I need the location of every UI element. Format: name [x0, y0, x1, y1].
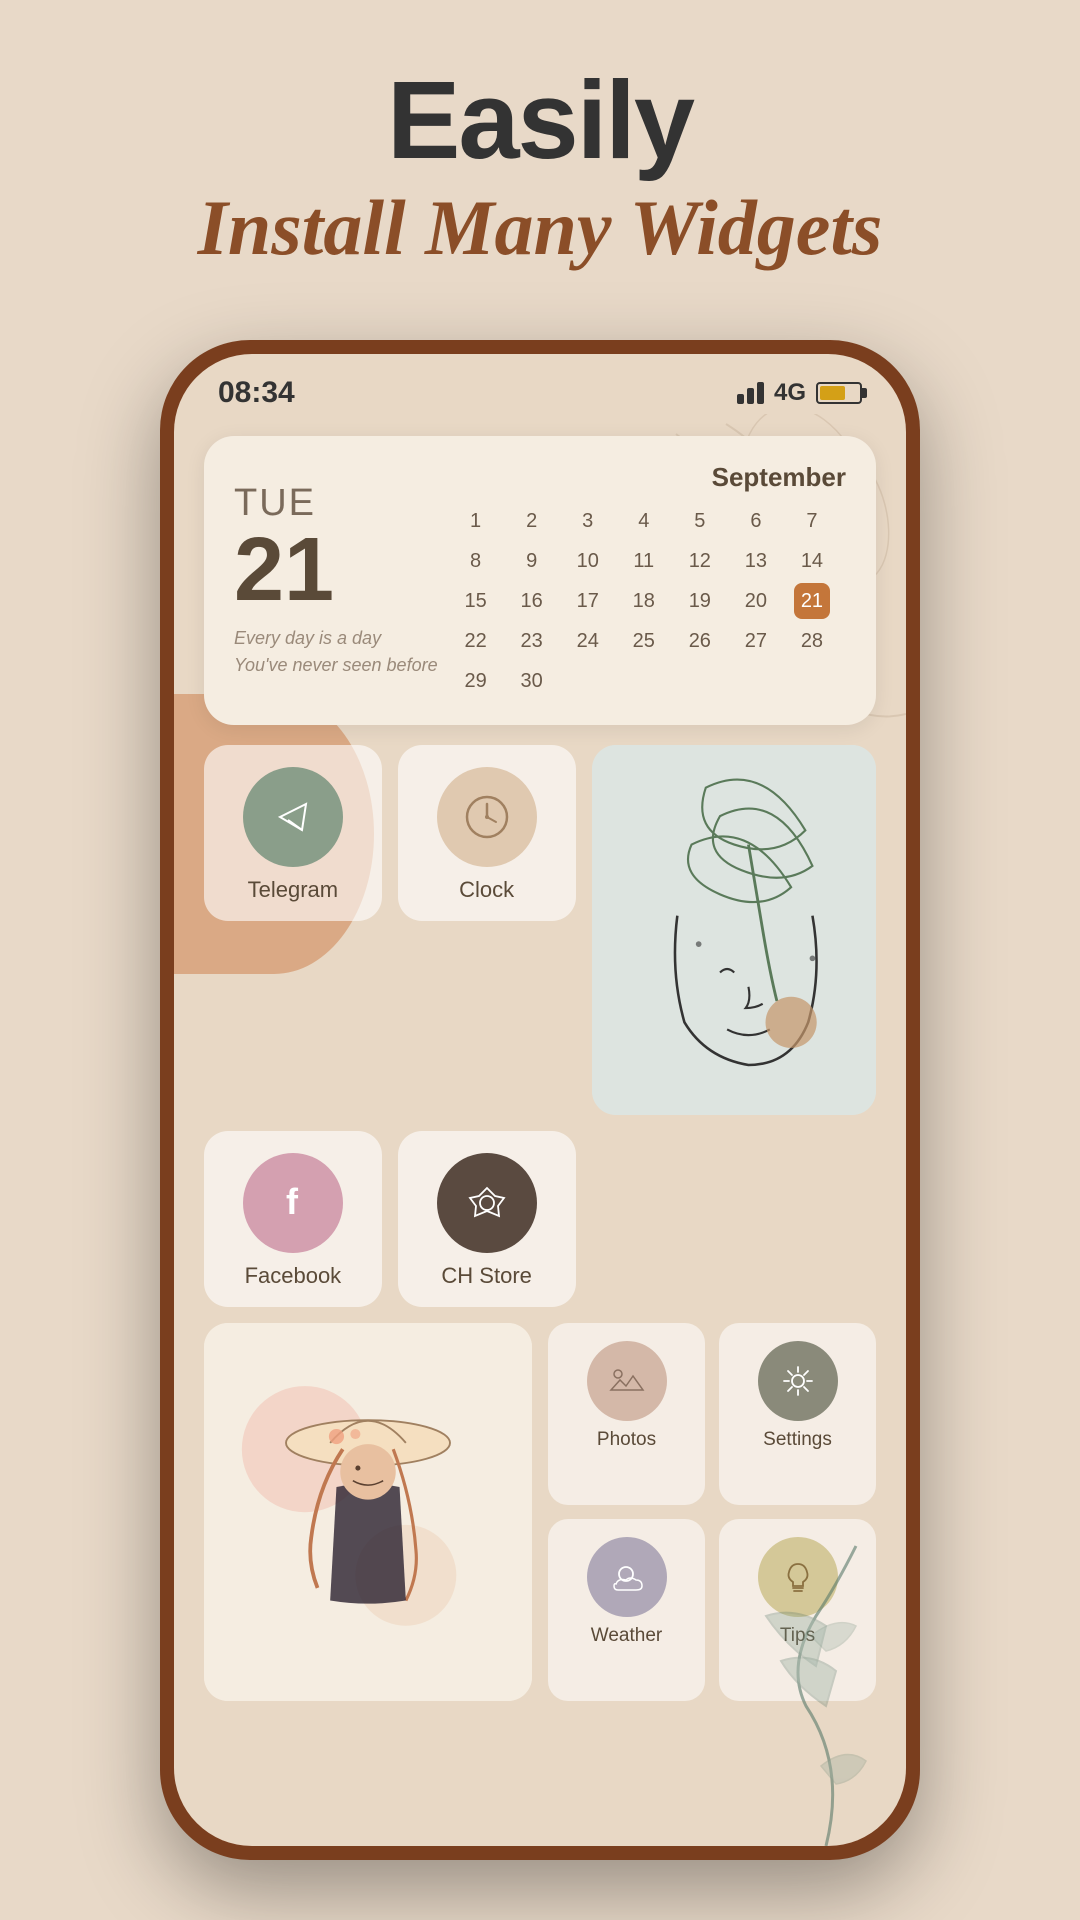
photos-icon-circle [587, 1341, 667, 1421]
weather-label: Weather [591, 1625, 662, 1647]
facebook-icon-circle: f [243, 1153, 343, 1253]
cal-day: 22 [458, 623, 494, 659]
calendar-date-left: TUE 21 Every day is a day You've never s… [234, 462, 438, 699]
network-type: 4G [774, 379, 806, 407]
cal-day: 27 [738, 623, 774, 659]
settings-label: Settings [763, 1429, 832, 1451]
settings-app-icon[interactable]: Settings [719, 1323, 876, 1505]
facebook-icon: f [266, 1176, 320, 1230]
settings-icon-circle [758, 1341, 838, 1421]
telegram-icon-circle [243, 767, 343, 867]
apps-row-1: Telegram Clock [204, 745, 876, 1115]
apps-row-2: f Facebook CH Store [204, 1131, 876, 1307]
bottom-section: Photos Settings [204, 1323, 876, 1701]
clock-label: Clock [459, 877, 514, 903]
tips-label: Tips [780, 1625, 815, 1647]
battery-fill [820, 386, 845, 400]
phone-mockup: 08:34 4G TUE 21 [160, 340, 920, 1860]
telegram-label: Telegram [248, 877, 338, 903]
chstore-icon [460, 1176, 514, 1230]
facebook-label: Facebook [245, 1263, 342, 1289]
cal-day-today: 21 [794, 583, 830, 619]
cal-day: 5 [682, 503, 718, 539]
phone-screen: 08:34 4G TUE 21 [174, 354, 906, 1846]
tips-icon-circle [758, 1537, 838, 1617]
cal-day: 12 [682, 543, 718, 579]
header-subtitle: Install Many Widgets [0, 181, 1080, 275]
chstore-label: CH Store [441, 1263, 531, 1289]
phone-outer-frame: 08:34 4G TUE 21 [160, 340, 920, 1860]
calendar-grid: 1 2 3 4 5 6 7 8 9 10 11 12 13 [458, 503, 846, 699]
signal-icon [737, 382, 764, 404]
cal-day: 3 [570, 503, 606, 539]
small-apps-grid: Photos Settings [548, 1323, 876, 1701]
cal-day: 19 [682, 583, 718, 619]
cal-day: 26 [682, 623, 718, 659]
tips-app-icon[interactable]: Tips [719, 1519, 876, 1701]
face-art-svg [592, 745, 876, 1115]
calendar-quote: Every day is a day You've never seen bef… [234, 625, 438, 679]
header: Easily Install Many Widgets [0, 0, 1080, 305]
cal-day: 25 [626, 623, 662, 659]
cal-day: 29 [458, 663, 494, 699]
girl-art-svg [204, 1323, 532, 1701]
cal-day: 6 [738, 503, 774, 539]
cal-day: 4 [626, 503, 662, 539]
clock-icon-circle [437, 767, 537, 867]
calendar-widget[interactable]: TUE 21 Every day is a day You've never s… [204, 436, 876, 725]
facebook-app-icon[interactable]: f Facebook [204, 1131, 382, 1307]
cal-day: 8 [458, 543, 494, 579]
photos-label: Photos [597, 1429, 656, 1451]
battery-icon [816, 382, 862, 404]
cal-day: 13 [738, 543, 774, 579]
weather-app-icon[interactable]: Weather [548, 1519, 705, 1701]
cal-day: 16 [514, 583, 550, 619]
clock-app-icon[interactable]: Clock [398, 745, 576, 921]
svg-text:f: f [286, 1181, 299, 1222]
chstore-icon-circle [437, 1153, 537, 1253]
cal-day: 7 [794, 503, 830, 539]
calendar-grid-right: September 1 2 3 4 5 6 7 8 9 10 [458, 462, 846, 699]
clock-icon [460, 790, 514, 844]
weather-icon [606, 1556, 648, 1598]
status-bar: 08:34 4G [174, 354, 906, 420]
chstore-app-icon[interactable]: CH Store [398, 1131, 576, 1307]
calendar-day-name: TUE [234, 482, 438, 525]
cal-day: 20 [738, 583, 774, 619]
settings-icon [777, 1360, 819, 1402]
cal-day: 9 [514, 543, 550, 579]
telegram-app-icon[interactable]: Telegram [204, 745, 382, 921]
cal-day: 24 [570, 623, 606, 659]
tips-icon [777, 1556, 819, 1598]
cal-day: 1 [458, 503, 494, 539]
signal-bar-1 [737, 394, 744, 404]
status-time: 08:34 [218, 376, 295, 410]
cal-day: 2 [514, 503, 550, 539]
header-title: Easily [0, 60, 1080, 181]
status-icons: 4G [737, 379, 862, 407]
cal-day: 10 [570, 543, 606, 579]
photos-icon [606, 1360, 648, 1402]
face-illustration-widget [592, 745, 876, 1115]
cal-day: 17 [570, 583, 606, 619]
calendar-day-number: 21 [234, 525, 438, 615]
photos-app-icon[interactable]: Photos [548, 1323, 705, 1505]
weather-icon-circle [587, 1537, 667, 1617]
cal-day: 14 [794, 543, 830, 579]
cal-day: 15 [458, 583, 494, 619]
signal-bar-2 [747, 388, 754, 404]
cal-day: 30 [514, 663, 550, 699]
signal-bar-3 [757, 382, 764, 404]
cal-day: 18 [626, 583, 662, 619]
calendar-month: September [458, 462, 846, 493]
cal-day: 23 [514, 623, 550, 659]
telegram-icon [266, 790, 320, 844]
cal-day: 11 [626, 543, 662, 579]
cal-day: 28 [794, 623, 830, 659]
girl-illustration-widget [204, 1323, 532, 1701]
